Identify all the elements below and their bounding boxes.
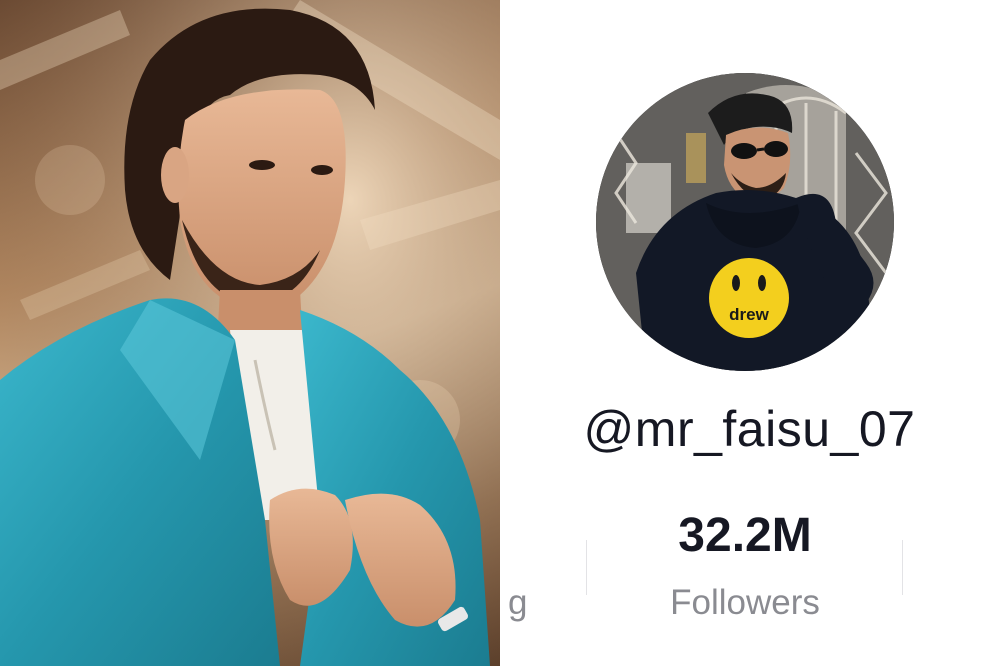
smiley-icon xyxy=(709,258,789,338)
stat-divider-right xyxy=(902,540,903,595)
profile-panel: drew @mr_faisu_07 g 32.2M Followers xyxy=(500,0,999,666)
followers-count[interactable]: 32.2M xyxy=(645,508,845,563)
portrait-photo xyxy=(0,0,500,666)
screenshot-stage: drew @mr_faisu_07 g 32.2M Followers xyxy=(0,0,999,666)
profile-username: @mr_faisu_07 xyxy=(583,401,916,457)
svg-text:drew: drew xyxy=(729,305,769,324)
stat-divider-left xyxy=(586,540,587,595)
profile-avatar[interactable]: drew xyxy=(596,73,894,371)
following-label-fragment: g xyxy=(508,583,528,622)
followers-label[interactable]: Followers xyxy=(635,583,855,623)
